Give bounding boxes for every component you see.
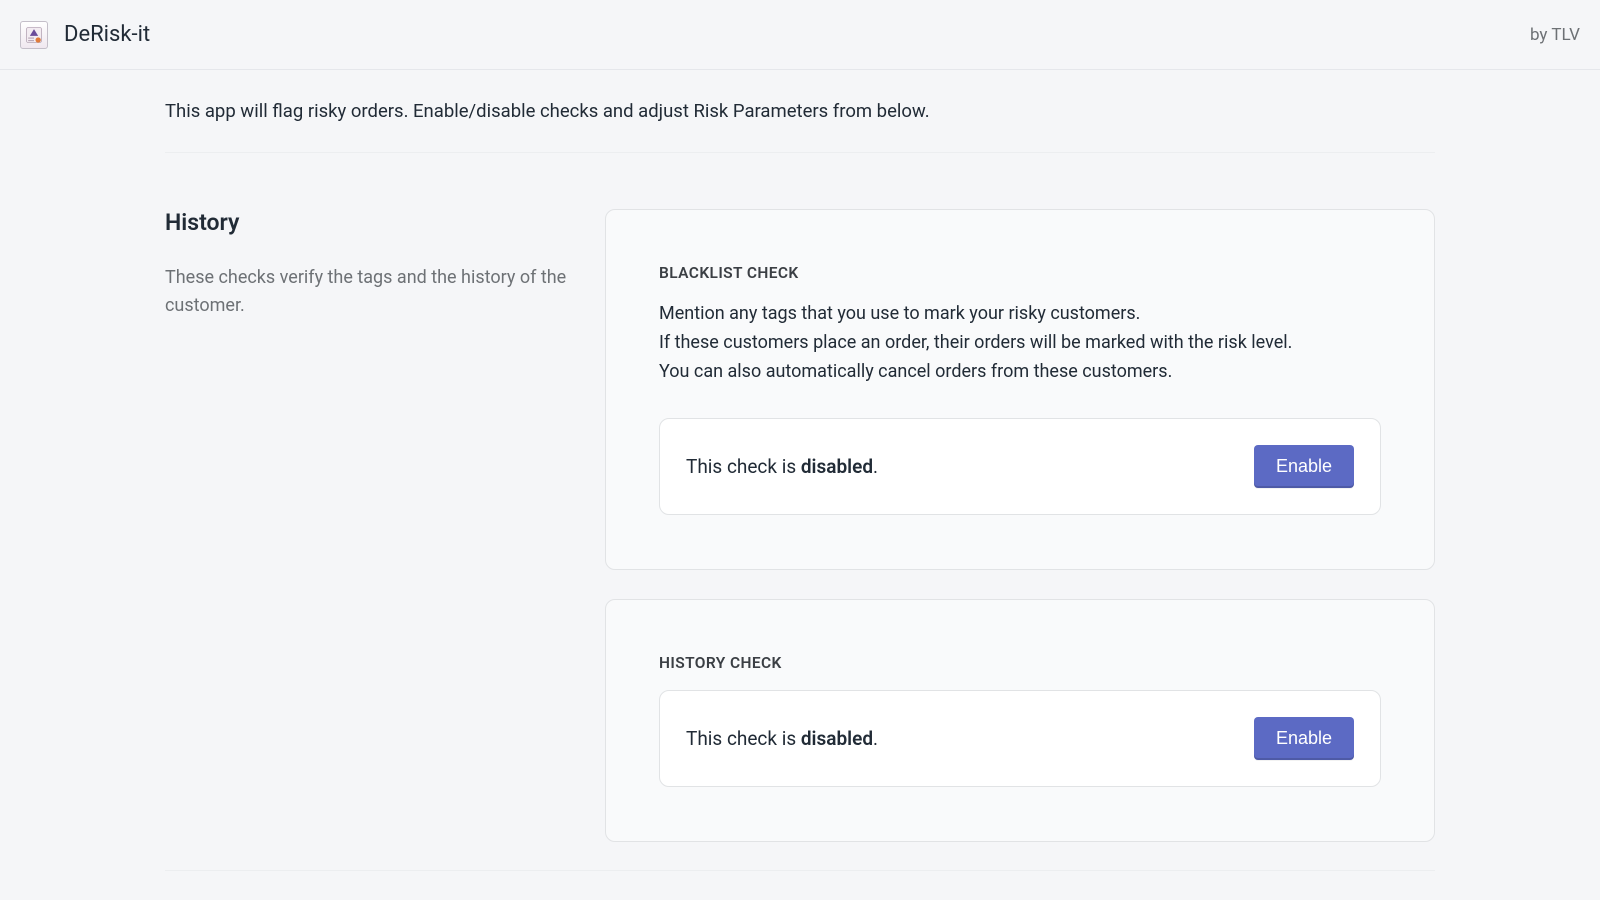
blacklist-card-title: BLACKLIST CHECK [659,264,1381,282]
app-logo-icon [24,25,44,45]
blacklist-desc-line1: Mention any tags that you use to mark yo… [659,303,1140,324]
history-section: History These checks verify the tags and… [165,209,1435,842]
blacklist-check-card: BLACKLIST CHECK Mention any tags that yo… [605,209,1435,570]
intro-text: This app will flag risky orders. Enable/… [165,100,1435,153]
app-icon [20,21,48,49]
status-value: disabled [801,727,873,750]
history-status-text: This check is disabled. [686,727,878,750]
header-left: DeRisk-it [20,21,150,49]
history-enable-button[interactable]: Enable [1254,717,1354,760]
byline: by TLV [1530,25,1580,45]
status-suffix: . [873,727,878,750]
app-header: DeRisk-it by TLV [0,0,1600,70]
history-check-card: HISTORY CHECK This check is disabled. En… [605,599,1435,842]
section-main: BLACKLIST CHECK Mention any tags that yo… [605,209,1435,842]
history-card-title: HISTORY CHECK [659,654,1381,672]
section-description: These checks verify the tags and the his… [165,264,585,320]
blacklist-card-description: Mention any tags that you use to mark yo… [659,300,1381,386]
section-side: History These checks verify the tags and… [165,209,585,842]
app-title: DeRisk-it [64,22,150,47]
blacklist-desc-line3: You can also automatically cancel orders… [659,361,1172,382]
section-divider [165,870,1435,871]
blacklist-desc-line2: If these customers place an order, their… [659,332,1292,353]
page-content: This app will flag risky orders. Enable/… [165,70,1435,871]
history-status-row: This check is disabled. Enable [659,690,1381,787]
status-prefix: This check is [686,455,801,478]
blacklist-status-text: This check is disabled. [686,455,878,478]
blacklist-status-row: This check is disabled. Enable [659,418,1381,515]
blacklist-enable-button[interactable]: Enable [1254,445,1354,488]
status-suffix: . [873,455,878,478]
status-prefix: This check is [686,727,801,750]
section-title: History [165,209,585,236]
status-value: disabled [801,455,873,478]
